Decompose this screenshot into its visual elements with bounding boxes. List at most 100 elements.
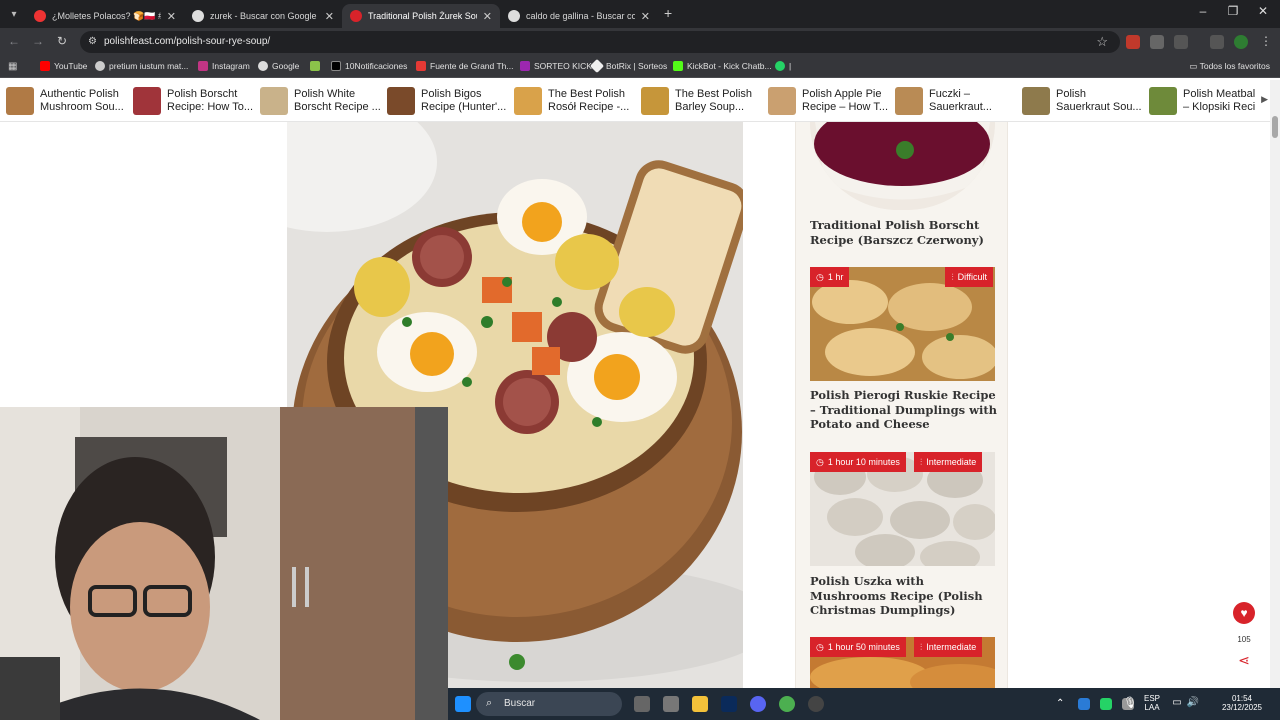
related-recipe-item[interactable]: The Best Polish Barley Soup... xyxy=(641,86,767,116)
extension-icon[interactable] xyxy=(1150,35,1164,49)
reload-icon[interactable]: ↻ xyxy=(54,34,70,48)
bookmarks-bar: ▦ YouTube pretium iustum mat... Instagra… xyxy=(0,56,1280,78)
all-favorites-folder[interactable]: ▭ Todos los favoritos xyxy=(1189,61,1270,72)
photoshop-icon[interactable] xyxy=(721,696,737,712)
share-icon[interactable]: ⋖ xyxy=(1234,652,1254,672)
close-tab-icon[interactable]: ✕ xyxy=(641,10,650,23)
related-recipe-item[interactable]: Polish Bigos Recipe (Hunter'... xyxy=(387,86,513,116)
google-favicon-icon xyxy=(508,10,520,22)
file-explorer-icon[interactable] xyxy=(692,696,708,712)
scrollbar-thumb[interactable] xyxy=(1272,116,1278,138)
bookmark-botrix[interactable]: BotRix | Sorteos xyxy=(589,58,668,74)
recipe-thumbnail xyxy=(895,87,923,115)
recipe-thumbnail xyxy=(768,87,796,115)
bookmark-label: pretium iustum mat... xyxy=(109,61,189,71)
chrome-icon[interactable] xyxy=(779,696,795,712)
bookmark-x-notifications[interactable]: 10Notificaciones xyxy=(331,61,407,71)
bookmark-sorteo-kick[interactable]: SORTEO KICK xyxy=(520,61,592,71)
microphone-icon[interactable]: 🎙 xyxy=(1120,696,1140,709)
tab-caldo-search[interactable]: caldo de gallina - Buscar con Go ✕ xyxy=(500,4,658,28)
new-tab-button[interactable]: + xyxy=(664,5,672,21)
bookmark-grand-theft[interactable]: Fuente de Grand Th... xyxy=(416,61,513,71)
forward-icon[interactable]: → xyxy=(30,34,46,48)
related-line1: Polish Bigos xyxy=(421,88,482,100)
recipe-thumbnail xyxy=(1149,87,1177,115)
bookmark-label: BotRix | Sorteos xyxy=(606,61,668,71)
network-icon[interactable]: ▭ xyxy=(1170,697,1184,708)
related-recipe-item[interactable]: Fuczki – Sauerkraut... xyxy=(895,86,1021,116)
related-recipe-item[interactable]: Polish Borscht Recipe: How To... xyxy=(133,86,259,116)
bookmark-icon xyxy=(310,61,320,71)
site-info-icon[interactable]: ⚙ xyxy=(88,36,100,48)
close-tab-icon[interactable]: ✕ xyxy=(325,10,334,23)
youtube-icon xyxy=(40,61,50,71)
bookmark-kickbot[interactable]: KickBot - Kick Chatb... xyxy=(673,61,772,71)
restore-icon[interactable]: ❐ xyxy=(1218,4,1248,18)
windows-start-icon[interactable] xyxy=(455,696,471,712)
profile-avatar[interactable] xyxy=(1234,35,1248,49)
menu-kebab-icon[interactable]: ⋮ xyxy=(1258,34,1274,48)
bookmark-whatsapp[interactable]: | xyxy=(775,61,791,71)
card-title[interactable]: Polish Pierogi Ruskie Recipe – Tradition… xyxy=(810,388,998,432)
favorite-heart-button[interactable]: ♥ xyxy=(1233,602,1255,624)
difficulty-label: Intermediate xyxy=(926,457,977,467)
card-title[interactable]: Polish Uszka with Mushrooms Recipe (Poli… xyxy=(810,574,998,618)
bookmark-unnamed[interactable] xyxy=(310,61,324,71)
instagram-icon xyxy=(198,61,208,71)
close-tab-icon[interactable]: ✕ xyxy=(167,10,176,23)
tab-search-dropdown-icon[interactable]: ▾ xyxy=(6,6,22,22)
related-line1: Fuczki – xyxy=(929,88,970,100)
related-recipe-item[interactable]: Polish Meatbal – Klopsiki Reci xyxy=(1149,86,1270,116)
taskbar-search-box[interactable]: ⌕ Buscar xyxy=(476,692,622,716)
extension-icon[interactable] xyxy=(1126,35,1140,49)
minimize-icon[interactable]: – xyxy=(1188,4,1218,18)
related-recipe-item[interactable]: Polish Apple Pie Recipe – How T... xyxy=(768,86,894,116)
url-text[interactable]: polishfeast.com/polish-sour-rye-soup/ xyxy=(104,36,270,47)
tab-zurek-search[interactable]: zurek - Buscar con Google ✕ xyxy=(184,4,342,28)
related-recipe-item[interactable]: Polish Sauerkraut Sou... xyxy=(1022,86,1148,116)
tray-app-icon[interactable] xyxy=(1100,698,1112,710)
bookmark-youtube[interactable]: YouTube xyxy=(40,61,87,71)
bookmark-star-icon[interactable]: ☆ xyxy=(1096,34,1108,50)
extensions-puzzle-icon[interactable] xyxy=(1174,35,1188,49)
address-bar[interactable]: ⚙ polishfeast.com/polish-sour-rye-soup/ … xyxy=(80,31,1120,53)
back-icon[interactable]: ← xyxy=(6,34,22,48)
tab-zurek-recipe[interactable]: Traditional Polish Żurek Sour Ry ✕ xyxy=(342,4,500,28)
related-recipe-item[interactable]: Authentic Polish Mushroom Sou... xyxy=(6,86,132,116)
bookmark-pretium[interactable]: pretium iustum mat... xyxy=(95,61,188,71)
bookmark-google[interactable]: Google xyxy=(258,61,299,71)
tab-title: ¿Molletes Polacos? 🍞🇵🇱 #craco xyxy=(52,10,161,21)
tab-title: caldo de gallina - Buscar con Go xyxy=(526,11,635,21)
related-recipe-item[interactable]: The Best Polish Rosół Recipe -... xyxy=(514,86,640,116)
tray-app-icon[interactable] xyxy=(1078,698,1090,710)
close-window-icon[interactable]: ✕ xyxy=(1248,4,1278,18)
time-label: 1 hr xyxy=(827,272,844,282)
tray-overflow-icon[interactable]: ⌃ xyxy=(1056,698,1064,709)
reading-list-icon[interactable] xyxy=(1210,35,1224,49)
page-scrollbar[interactable] xyxy=(1270,80,1280,688)
scroll-right-icon[interactable]: ▶ xyxy=(1261,94,1268,105)
app-icon[interactable] xyxy=(663,696,679,712)
difficulty-bars-icon: ⫶ xyxy=(920,456,923,467)
borscht-image[interactable] xyxy=(810,122,995,210)
discord-icon[interactable] xyxy=(750,696,766,712)
search-icon: ⌕ xyxy=(486,697,493,709)
task-view-icon[interactable] xyxy=(634,696,650,712)
related-recipe-item[interactable]: Polish White Borscht Recipe ... xyxy=(260,86,386,116)
volume-icon[interactable]: 🔊 xyxy=(1186,697,1200,708)
obs-icon[interactable] xyxy=(808,696,824,712)
bookmark-label: | xyxy=(789,61,792,71)
clock-icon: ◷ xyxy=(816,456,824,467)
clock[interactable]: 01:54 23/12/2025 xyxy=(1216,694,1268,712)
card-title[interactable]: Traditional Polish Borscht Recipe (Barsz… xyxy=(810,218,998,247)
apps-grid-icon[interactable]: ▦ xyxy=(8,61,17,72)
bookmark-instagram[interactable]: Instagram xyxy=(198,61,250,71)
streamer-webcam-feed xyxy=(0,407,448,720)
time-badge: ◷ 1 hour 10 minutes xyxy=(810,452,906,472)
x-icon xyxy=(331,61,341,71)
related-line2: Recipe: How To... xyxy=(167,101,254,113)
tab-molletes[interactable]: ¿Molletes Polacos? 🍞🇵🇱 #craco ✕ xyxy=(26,4,184,28)
close-tab-icon[interactable]: ✕ xyxy=(483,10,492,23)
related-line2: Recipe – How T... xyxy=(802,101,889,113)
language-indicator[interactable]: ESP LAA xyxy=(1140,694,1164,712)
